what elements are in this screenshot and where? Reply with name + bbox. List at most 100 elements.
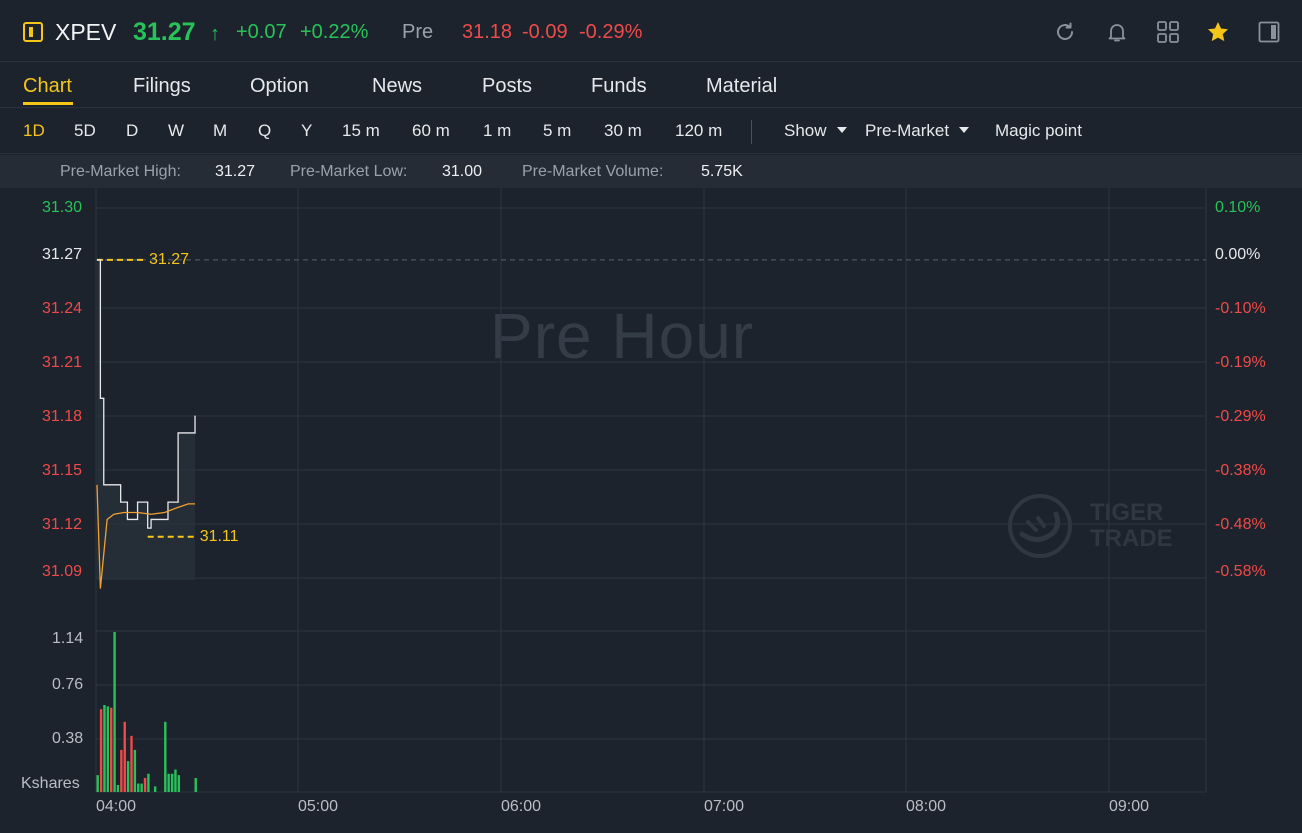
volume-bar [147, 773, 150, 792]
low-marker-label: 31.11 [199, 527, 239, 545]
volume-bar [113, 632, 116, 792]
time-tick: 09:00 [1109, 798, 1150, 815]
period-week[interactable]: W [168, 120, 184, 142]
bell-icon[interactable] [1105, 20, 1129, 44]
grid-icon[interactable] [1156, 20, 1180, 44]
chart-canvas [95, 188, 1207, 793]
low-label: Pre-Market Low: [290, 163, 408, 180]
pre-market-change-pct: -0.29% [579, 21, 643, 43]
pre-market-stats: Pre-Market High: 31.27 Pre-Market Low: 3… [0, 155, 1302, 188]
pct-tick: 0.00% [1215, 246, 1261, 263]
low-value: 31.00 [442, 163, 483, 180]
price-tick: 31.12 [42, 516, 83, 533]
tab-filings[interactable]: Filings [133, 72, 191, 100]
pct-tick: -0.58% [1215, 563, 1266, 580]
market-tag-icon [23, 22, 43, 42]
pct-tick: 0.10% [1215, 199, 1261, 216]
volume-bar [170, 773, 174, 792]
pre-market-label: Pre [402, 21, 434, 43]
volume-bar [96, 775, 99, 792]
period-15m[interactable]: 15 m [342, 120, 380, 142]
volume-bar [140, 783, 143, 792]
quote-header: XPEV 31.27 ↑ +0.07 +0.22% Pre 31.18 -0.0… [0, 0, 1302, 62]
tab-bar: Chart Filings Option News Posts Funds Ma… [0, 62, 1302, 108]
caret-down-icon [836, 126, 847, 133]
volume-bar [126, 761, 130, 792]
period-year[interactable]: Y [301, 120, 312, 142]
volume-bar [167, 773, 170, 792]
period-toolbar: 1D 5D D W M Q Y 15 m 60 m 1 m 5 m 30 m 1… [0, 108, 1302, 154]
price-tick: 31.09 [42, 563, 83, 580]
pct-tick: -0.48% [1215, 516, 1266, 533]
high-label: Pre-Market High: [60, 163, 181, 180]
time-tick: 07:00 [704, 798, 745, 815]
magic-point-button[interactable]: Magic point [995, 120, 1082, 142]
period-1d[interactable]: 1D [23, 120, 45, 142]
time-tick: 06:00 [501, 798, 542, 815]
time-tick: 08:00 [906, 798, 947, 815]
period-60m[interactable]: 60 m [412, 120, 450, 142]
volume-bar [164, 721, 167, 792]
price-change: +0.07 [236, 21, 287, 43]
volume-bar [133, 749, 137, 792]
volume-label: Pre-Market Volume: [522, 163, 664, 180]
tab-posts[interactable]: Posts [482, 72, 532, 100]
price-tick: 31.30 [42, 199, 83, 216]
session-dropdown[interactable]: Pre-Market [865, 120, 970, 142]
volume-bar [194, 777, 197, 792]
volume-bar [99, 709, 103, 792]
high-marker-label: 31.27 [149, 250, 190, 268]
volume-unit-label: Kshares [21, 775, 80, 792]
tab-chart[interactable]: Chart [23, 72, 72, 100]
tab-funds[interactable]: Funds [591, 72, 647, 100]
volume-bar [174, 769, 177, 792]
period-30m[interactable]: 30 m [604, 120, 642, 142]
period-1m[interactable]: 1 m [483, 120, 511, 142]
pct-tick: -0.10% [1215, 300, 1266, 317]
show-dropdown[interactable]: Show [784, 120, 847, 142]
price-change-pct: +0.22% [300, 21, 369, 43]
caret-down-icon [959, 126, 970, 133]
high-value: 31.27 [215, 163, 256, 180]
pct-tick: -0.38% [1215, 462, 1266, 479]
volume-bar [123, 721, 126, 792]
volume-bar [106, 706, 110, 792]
volume-value: 5.75K [701, 163, 743, 180]
period-month[interactable]: M [213, 120, 227, 142]
volume-bar [137, 783, 140, 792]
price-tick: 31.21 [42, 354, 83, 371]
side-panel-icon[interactable] [1257, 20, 1281, 44]
volume-bar [103, 704, 106, 792]
tab-option[interactable]: Option [250, 72, 309, 100]
volume-tick: 1.14 [52, 630, 84, 647]
tab-material[interactable]: Material [706, 72, 777, 100]
volume-bar [153, 786, 157, 792]
volume-tick: 0.76 [52, 676, 84, 693]
period-120m[interactable]: 120 m [675, 120, 722, 142]
star-icon[interactable] [1206, 20, 1230, 44]
volume-bar [120, 749, 123, 792]
intraday-chart[interactable]: Pre Hour TIGER TRADE 31.30 31.27 31.24 3… [0, 188, 1302, 833]
volume-bar [177, 775, 181, 792]
price-tick: 31.27 [42, 246, 83, 263]
toolbar-divider [751, 120, 752, 144]
refresh-icon[interactable] [1053, 20, 1077, 44]
symbol: XPEV [55, 19, 117, 45]
volume-bar [130, 735, 133, 792]
volume-bar [116, 784, 120, 792]
up-arrow-icon: ↑ [210, 23, 220, 45]
pre-market-change: -0.09 [522, 21, 568, 43]
active-tab-indicator [23, 102, 73, 105]
period-5m[interactable]: 5 m [543, 120, 571, 142]
show-dropdown-label: Show [784, 121, 827, 140]
time-tick: 05:00 [298, 798, 339, 815]
tab-news[interactable]: News [372, 72, 422, 100]
last-price: 31.27 [133, 18, 196, 46]
period-5d[interactable]: 5D [74, 120, 96, 142]
period-quarter[interactable]: Q [258, 120, 271, 142]
pct-tick: -0.29% [1215, 408, 1266, 425]
time-tick: 04:00 [96, 798, 137, 815]
volume-tick: 0.38 [52, 730, 84, 747]
period-day[interactable]: D [126, 120, 138, 142]
price-tick: 31.18 [42, 408, 83, 425]
